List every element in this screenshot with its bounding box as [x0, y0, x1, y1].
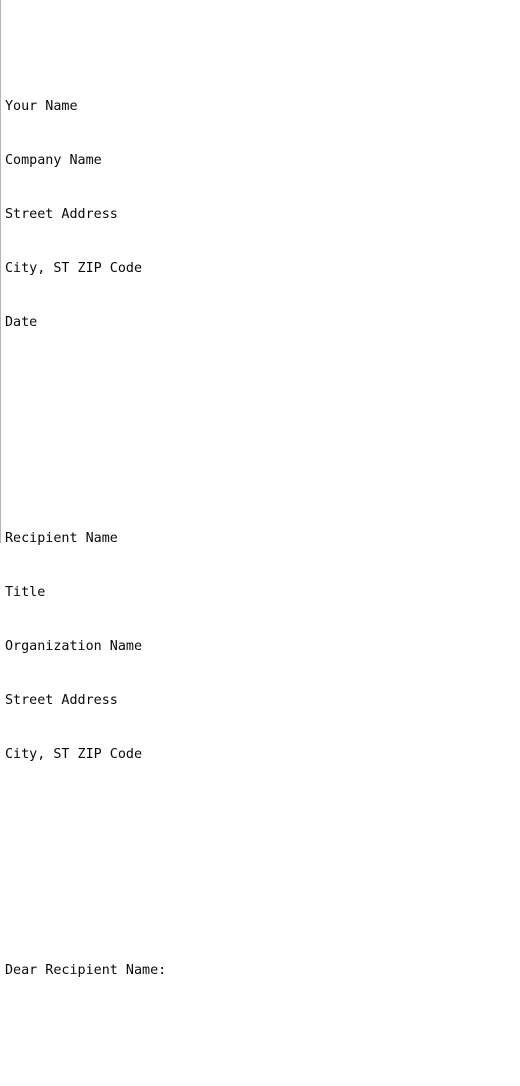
salutation-block: Dear Recipient Name: [5, 926, 520, 1016]
sender-address-block: Your Name Company Name Street Address Ci… [5, 62, 520, 368]
recipient-address-block: Recipient Name Title Organization Name S… [5, 494, 520, 800]
block-spacer [5, 854, 520, 872]
letter-document: Your Name Company Name Street Address Ci… [0, 0, 520, 978]
block-spacer [5, 1070, 520, 1086]
salutation: Dear Recipient Name: [5, 963, 167, 978]
letter-date: Date [5, 315, 38, 330]
recipient-organization: Organization Name [5, 639, 143, 654]
recipient-street-address: Street Address [5, 693, 118, 708]
block-spacer [5, 422, 520, 440]
sender-name: Your Name [5, 99, 78, 114]
recipient-title: Title [5, 585, 46, 600]
recipient-city-state-zip: City, ST ZIP Code [5, 747, 143, 762]
recipient-name: Recipient Name [5, 531, 118, 546]
sender-company: Company Name [5, 153, 102, 168]
sender-city-state-zip: City, ST ZIP Code [5, 261, 143, 276]
sender-street-address: Street Address [5, 207, 118, 222]
letter-text-body: Your Name Company Name Street Address Ci… [5, 8, 520, 1086]
